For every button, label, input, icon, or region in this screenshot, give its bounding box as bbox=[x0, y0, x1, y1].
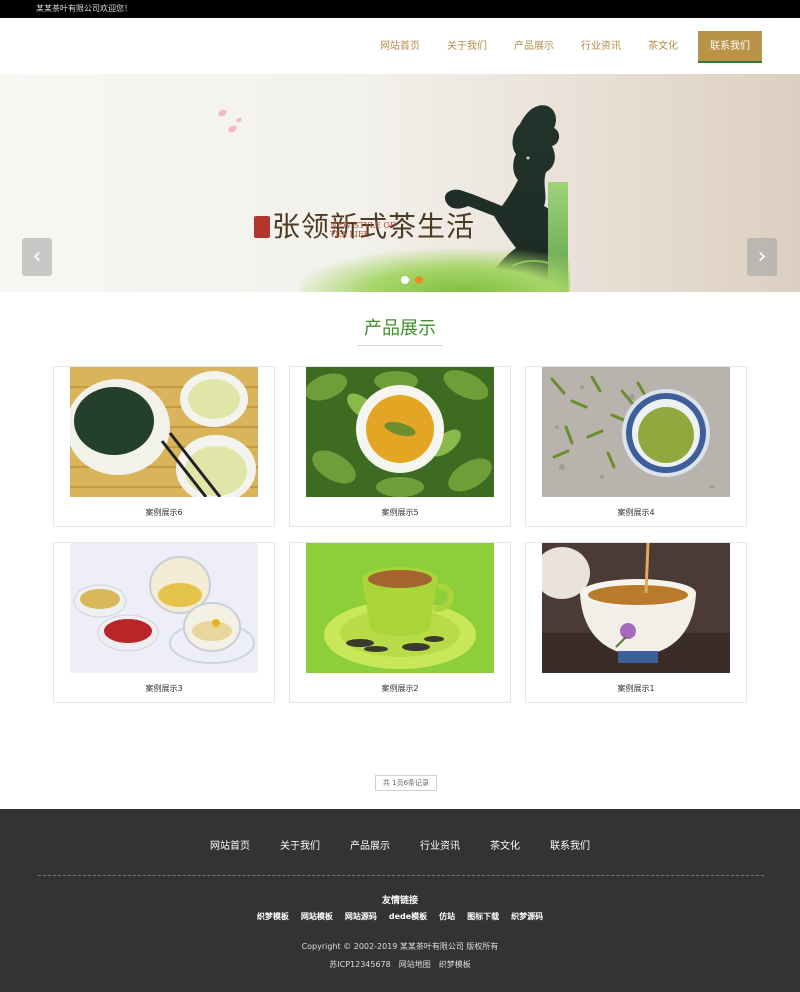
friend-link[interactable]: 网站源码 bbox=[345, 912, 377, 922]
friend-link[interactable]: 图标下载 bbox=[467, 912, 499, 922]
banner-slider: 张领新式茶生活 NEW STYLE OF TEA LIFE ‹ › bbox=[0, 74, 800, 292]
footer-nav-contact[interactable]: 联系我们 bbox=[550, 841, 590, 853]
petal-decoration bbox=[235, 116, 243, 124]
friend-links: 织梦模板 网站模板 网站源码 dede模板 仿站 图标下载 织梦源码 bbox=[0, 912, 800, 922]
top-bar: 某某茶叶有限公司欢迎您！ bbox=[0, 0, 800, 18]
nav-item-products[interactable]: 产品展示 bbox=[514, 31, 554, 63]
friend-links-title: 友情链接 bbox=[381, 896, 418, 906]
sitemap-link[interactable]: 网站地图 bbox=[399, 960, 431, 970]
footer-nav-about[interactable]: 关于我们 bbox=[280, 841, 320, 853]
product-card[interactable]: 案例展示1 bbox=[525, 542, 747, 703]
product-image[interactable] bbox=[306, 543, 494, 673]
chevron-left-icon[interactable]: ‹ bbox=[22, 238, 52, 276]
product-card[interactable]: 案例展示2 bbox=[289, 542, 511, 703]
petal-decoration bbox=[227, 124, 238, 134]
product-card[interactable]: 案例展示4 bbox=[525, 366, 747, 527]
footer-nav-home[interactable]: 网站首页 bbox=[210, 841, 250, 853]
nav-item-tea-culture[interactable]: 茶文化 bbox=[648, 31, 678, 63]
chevron-right-icon[interactable]: › bbox=[747, 238, 777, 276]
header: 网站首页 关于我们 产品展示 行业资讯 茶文化 联系我们 bbox=[0, 18, 800, 74]
footer-nav-products[interactable]: 产品展示 bbox=[350, 841, 390, 853]
product-caption[interactable]: 案例展示3 bbox=[54, 683, 274, 695]
product-card[interactable]: 案例展示5 bbox=[289, 366, 511, 527]
friend-link[interactable]: 仿站 bbox=[439, 912, 455, 922]
icp-number: 苏ICP12345678 bbox=[329, 960, 391, 969]
footer-divider bbox=[38, 875, 764, 876]
slider-dot-active[interactable] bbox=[415, 276, 423, 284]
product-caption[interactable]: 案例展示6 bbox=[54, 507, 274, 519]
slider-dots bbox=[401, 276, 429, 284]
copyright-text: Copyright © 2002-2019 某某茶叶有限公司 版权所有 bbox=[301, 942, 499, 951]
product-caption[interactable]: 案例展示2 bbox=[290, 683, 510, 695]
friend-link[interactable]: 网站模板 bbox=[301, 912, 333, 922]
slider-dot[interactable] bbox=[401, 276, 409, 284]
nav-item-about[interactable]: 关于我们 bbox=[447, 31, 487, 63]
product-caption[interactable]: 案例展示5 bbox=[290, 507, 510, 519]
footer-bottom-links: 苏ICP12345678 网站地图 织梦模板 bbox=[0, 960, 800, 970]
product-image[interactable] bbox=[70, 367, 258, 497]
product-image[interactable] bbox=[542, 367, 730, 497]
welcome-text: 某某茶叶有限公司欢迎您！ bbox=[36, 4, 132, 13]
product-image[interactable] bbox=[542, 543, 730, 673]
section-title: 产品展示 bbox=[364, 318, 436, 339]
product-card[interactable]: 案例展示3 bbox=[53, 542, 275, 703]
product-caption[interactable]: 案例展示1 bbox=[526, 683, 746, 695]
banner-slogan-en: NEW STYLE OF TEA LIFE bbox=[330, 221, 396, 239]
product-caption[interactable]: 案例展示4 bbox=[526, 507, 746, 519]
footer: 网站首页 关于我们 产品展示 行业资讯 茶文化 联系我们 友情链接 织梦模板 网… bbox=[0, 809, 800, 992]
pagination-info: 共 1页6条记录 bbox=[375, 775, 437, 791]
nav-item-home[interactable]: 网站首页 bbox=[380, 31, 420, 63]
footer-nav-news[interactable]: 行业资讯 bbox=[420, 841, 460, 853]
nav-item-news[interactable]: 行业资讯 bbox=[581, 31, 621, 63]
friend-link[interactable]: 织梦模板 bbox=[257, 912, 289, 922]
footer-nav-tea-culture[interactable]: 茶文化 bbox=[490, 841, 520, 853]
petal-decoration bbox=[217, 108, 228, 118]
dede-template-link[interactable]: 织梦模板 bbox=[439, 960, 471, 970]
product-image[interactable] bbox=[70, 543, 258, 673]
tea-leaves-decoration bbox=[300, 249, 570, 292]
product-card[interactable]: 案例展示6 bbox=[53, 366, 275, 527]
main-nav: 网站首页 关于我们 产品展示 行业资讯 茶文化 联系我们 bbox=[353, 31, 762, 63]
friend-link[interactable]: dede模板 bbox=[389, 912, 427, 922]
footer-nav: 网站首页 关于我们 产品展示 行业资讯 茶文化 联系我们 bbox=[0, 841, 800, 853]
title-underline bbox=[357, 345, 443, 346]
product-image[interactable] bbox=[306, 367, 494, 497]
friend-link[interactable]: 织梦源码 bbox=[511, 912, 543, 922]
nav-item-contact[interactable]: 联系我们 bbox=[698, 31, 762, 63]
seal-stamp bbox=[254, 216, 270, 238]
